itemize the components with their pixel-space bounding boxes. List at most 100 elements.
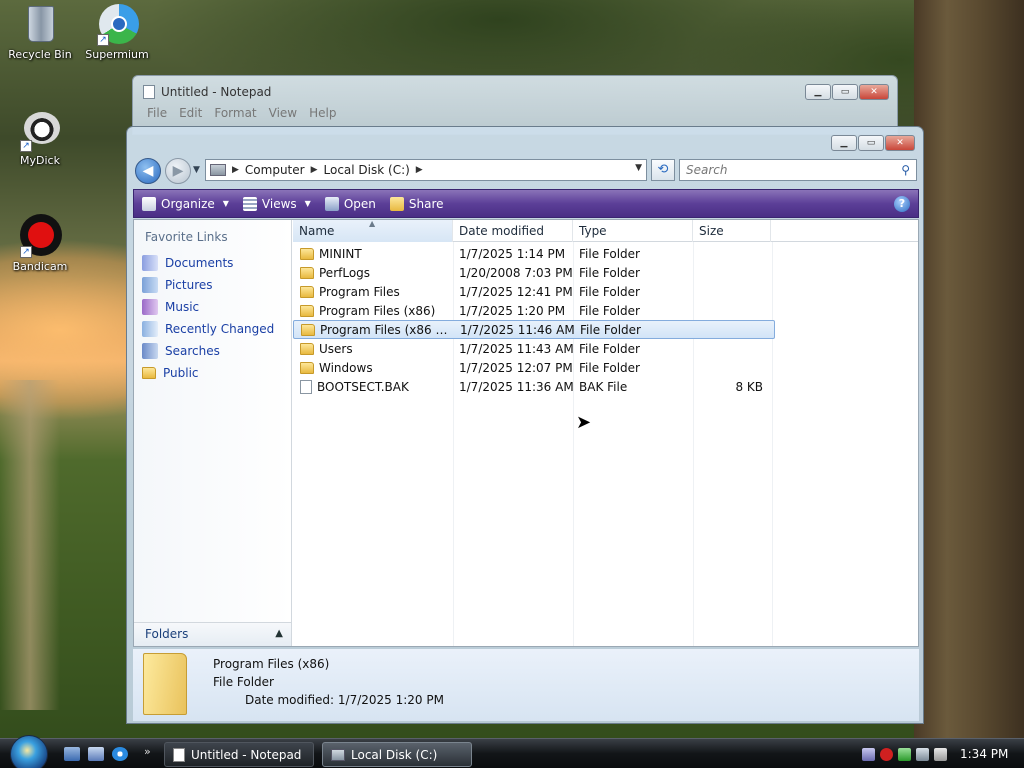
show-desktop-icon[interactable] [64, 747, 80, 761]
security-alert-icon[interactable] [880, 747, 893, 761]
table-row[interactable]: PerfLogs 1/20/2008 7:03 PM File Folder [293, 263, 775, 282]
folder-icon [300, 247, 314, 260]
open-button[interactable]: Open [324, 196, 376, 211]
folder-icon [143, 653, 187, 715]
menu-help[interactable]: Help [309, 106, 336, 120]
column-header-type[interactable]: Type [573, 220, 693, 242]
breadcrumb-local-disk[interactable]: Local Disk (C:) [324, 163, 410, 177]
minimize-button[interactable]: ▁ [805, 84, 831, 100]
breadcrumb-computer[interactable]: Computer [245, 163, 305, 177]
address-bar[interactable]: ▶ Computer ▶ Local Disk (C:) ▶ ▼ [205, 159, 647, 181]
refresh-button[interactable]: ⟲ [651, 159, 675, 181]
favorite-link-public[interactable]: Public [140, 362, 274, 384]
menu-edit[interactable]: Edit [179, 106, 202, 120]
favorite-link-label: Public [163, 366, 199, 380]
menu-format[interactable]: Format [214, 106, 256, 120]
favorite-link-searches[interactable]: Searches [140, 340, 274, 362]
organize-button[interactable]: Organize ▼ [142, 196, 229, 211]
update-icon[interactable] [898, 747, 911, 761]
desktop-icon-bandicam[interactable]: ↗ Bandicam [0, 214, 80, 273]
table-row[interactable]: BOOTSECT.BAK 1/7/2025 11:36 AM BAK File … [293, 377, 775, 396]
internet-explorer-icon[interactable] [112, 747, 128, 761]
table-row[interactable]: Users 1/7/2025 11:43 AM File Folder [293, 339, 775, 358]
desktop-icon-recycle-bin[interactable]: Recycle Bin [0, 2, 80, 61]
menu-file[interactable]: File [147, 106, 167, 120]
search-input[interactable]: Search ⚲ [679, 159, 917, 181]
favorite-link-documents[interactable]: Documents [140, 252, 274, 274]
close-button[interactable]: ✕ [859, 84, 889, 100]
taskbar-button-notepad[interactable]: Untitled - Notepad [164, 742, 314, 767]
breadcrumb-chevron-icon[interactable]: ▶ [232, 165, 239, 175]
breadcrumb-chevron-icon[interactable]: ▶ [311, 165, 318, 175]
file-type: File Folder [579, 341, 640, 356]
table-row-selected[interactable]: Program Files (x86 My... 1/7/2025 11:46 … [293, 320, 775, 339]
pictures-icon [142, 277, 158, 293]
minimize-button[interactable]: ▁ [831, 135, 857, 151]
computer-icon [210, 164, 226, 176]
folders-label: Folders [145, 627, 189, 641]
shortcut-arrow-icon: ↗ [97, 34, 109, 46]
views-button[interactable]: Views ▼ [242, 196, 311, 211]
table-row[interactable]: Program Files 1/7/2025 12:41 PM File Fol… [293, 282, 775, 301]
close-button[interactable]: ✕ [885, 135, 915, 151]
column-header-size[interactable]: Size [693, 220, 771, 242]
table-row[interactable]: Program Files (x86) 1/7/2025 1:20 PM Fil… [293, 301, 775, 320]
taskbar: » Untitled - Notepad Local Disk (C:) 1:3… [0, 735, 1024, 768]
shortcut-arrow-icon: ↗ [20, 246, 32, 258]
table-row[interactable]: MININT 1/7/2025 1:14 PM File Folder [293, 244, 775, 263]
menu-view[interactable]: View [269, 106, 297, 120]
favorite-link-recently-changed[interactable]: Recently Changed [140, 318, 274, 340]
explorer-window[interactable]: ▁ ▭ ✕ ◀ ▶ ▼ ▶ Computer ▶ Local Disk (C:)… [126, 126, 924, 724]
help-icon[interactable]: ? [894, 196, 910, 212]
file-type: File Folder [579, 303, 640, 318]
back-button[interactable]: ◀ [135, 158, 161, 184]
tray-app-icon[interactable] [862, 747, 875, 761]
column-headers: ▲ Name Date modified Type Size [293, 219, 918, 242]
share-button[interactable]: Share [389, 196, 444, 211]
recycle-bin-icon [18, 2, 62, 46]
quick-launch-chevron-icon[interactable]: » [144, 745, 151, 758]
maximize-button[interactable]: ▭ [858, 135, 884, 151]
file-type: File Folder [580, 322, 641, 337]
folder-icon [301, 323, 315, 336]
details-pane: Program Files (x86) File Folder Date mod… [133, 649, 919, 721]
column-header-date[interactable]: Date modified [453, 220, 573, 242]
column-header-name[interactable]: ▲ Name [293, 219, 453, 242]
notepad-icon [173, 747, 185, 762]
folders-toggle[interactable]: Folders ▲ [134, 622, 291, 646]
network-icon[interactable] [916, 747, 929, 761]
file-name: Program Files (x86) [319, 303, 436, 318]
shortcut-arrow-icon: ↗ [20, 140, 32, 152]
favorite-link-pictures[interactable]: Pictures [140, 274, 274, 296]
organize-icon [142, 196, 156, 211]
table-row[interactable]: Windows 1/7/2025 12:07 PM File Folder [293, 358, 775, 377]
start-button[interactable] [10, 735, 48, 768]
file-type: File Folder [579, 246, 640, 261]
taskbar-button-explorer[interactable]: Local Disk (C:) [322, 742, 472, 767]
notepad-title: Untitled - Notepad [161, 85, 272, 99]
music-icon [142, 299, 158, 315]
search-icon[interactable]: ⚲ [901, 160, 910, 180]
volume-icon[interactable] [934, 747, 947, 761]
explorer-caption-buttons: ▁ ▭ ✕ [831, 135, 915, 151]
file-size: 8 KB [735, 379, 763, 394]
folder-icon [300, 342, 314, 355]
forward-button[interactable]: ▶ [165, 158, 191, 184]
folder-icon [300, 304, 314, 317]
recent-pages-dropdown[interactable]: ▼ [193, 165, 200, 175]
folder-icon [300, 285, 314, 298]
views-label: Views [261, 196, 297, 211]
desktop-icon-mydick[interactable]: ↗ MyDick [0, 108, 80, 167]
maximize-button[interactable]: ▭ [832, 84, 858, 100]
favorite-link-music[interactable]: Music [140, 296, 274, 318]
breadcrumb-chevron-icon[interactable]: ▶ [416, 165, 423, 175]
desktop-icon-supermium[interactable]: ↗ Supermium [77, 2, 157, 61]
switch-windows-icon[interactable] [88, 747, 104, 761]
favorite-links-list: Documents Pictures Music Recently Change… [140, 252, 274, 384]
address-dropdown-icon[interactable]: ▼ [635, 163, 642, 173]
clock[interactable]: 1:34 PM [960, 747, 1008, 761]
favorite-link-label: Pictures [165, 278, 213, 292]
documents-icon [142, 255, 158, 271]
favorite-link-label: Documents [165, 256, 234, 270]
file-type: File Folder [579, 284, 640, 299]
